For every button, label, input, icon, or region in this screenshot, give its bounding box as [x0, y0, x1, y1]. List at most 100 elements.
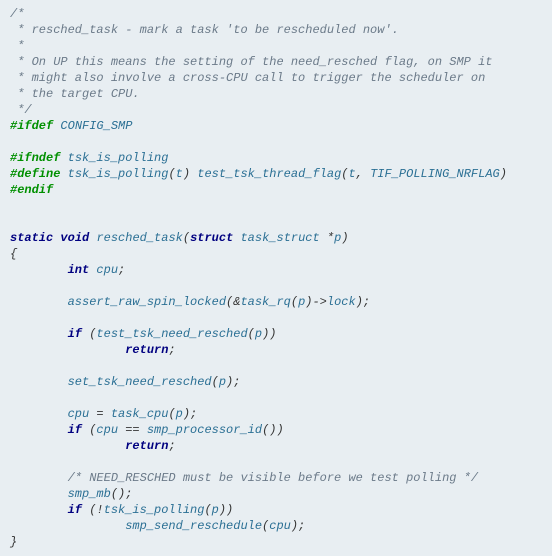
token-op [60, 167, 67, 181]
token-id: task_cpu [111, 407, 169, 421]
token-op: ); [356, 295, 370, 309]
token-op: ( [212, 375, 219, 389]
code-line: #ifdef CONFIG_SMP [10, 119, 132, 133]
token-op: ) [341, 231, 348, 245]
token-id: t [176, 167, 183, 181]
token-cmt: * resched_task - mark a task 'to be resc… [10, 23, 399, 37]
token-id: cpu [96, 423, 118, 437]
token-op: )-> [305, 295, 327, 309]
token-op: ); [291, 519, 305, 533]
token-op: ) [183, 167, 197, 181]
token-op: ; [168, 439, 175, 453]
token-id: assert_raw_spin_locked [68, 295, 226, 309]
token-op: ; [168, 343, 175, 357]
token-op [10, 407, 68, 421]
token-op: (); [111, 487, 133, 501]
token-op: == [118, 423, 147, 437]
token-op [10, 503, 68, 517]
code-line: #endif [10, 183, 53, 197]
token-id: test_tsk_need_resched [96, 327, 247, 341]
code-line: * On UP this means the setting of the ne… [10, 55, 492, 69]
token-op [10, 487, 68, 501]
code-line: cpu = task_cpu(p); [10, 407, 197, 421]
token-op: { [10, 247, 17, 261]
token-cmt: /* [10, 7, 24, 21]
token-id: task_struct [240, 231, 319, 245]
token-id: cpu [96, 263, 118, 277]
token-op: = [89, 407, 111, 421]
token-id: TIF_POLLING_NRFLAG [370, 167, 500, 181]
token-op: )) [219, 503, 233, 517]
code-line: int cpu; [10, 263, 125, 277]
code-line: * [10, 39, 24, 53]
token-id: p [255, 327, 262, 341]
token-kw: if [68, 423, 82, 437]
token-op: ( [291, 295, 298, 309]
token-kw: static [10, 231, 53, 245]
token-op: ( [168, 407, 175, 421]
code-line: if (!tsk_is_polling(p)) [10, 503, 233, 517]
token-op: ( [82, 423, 96, 437]
token-op: } [10, 535, 17, 549]
token-op [10, 263, 68, 277]
code-line: assert_raw_spin_locked(&task_rq(p)->lock… [10, 295, 370, 309]
token-cmt: */ [10, 103, 32, 117]
token-op [10, 471, 68, 485]
token-id: lock [327, 295, 356, 309]
code-line: set_tsk_need_resched(p); [10, 375, 240, 389]
token-op: ( [82, 327, 96, 341]
token-op [10, 519, 125, 533]
token-kw: return [125, 343, 168, 357]
token-op: ( [183, 231, 190, 245]
code-line: /* NEED_RESCHED must be visible before w… [10, 471, 478, 485]
token-id: set_tsk_need_resched [68, 375, 212, 389]
token-op [10, 423, 68, 437]
token-op: ( [204, 503, 211, 517]
code-line: #define tsk_is_polling(t) test_tsk_threa… [10, 167, 507, 181]
code-line: if (cpu == smp_processor_id()) [10, 423, 284, 437]
token-op: (& [226, 295, 240, 309]
token-op: ; [118, 263, 125, 277]
token-id: p [176, 407, 183, 421]
token-kw: struct [190, 231, 233, 245]
token-kw: return [125, 439, 168, 453]
token-id: smp_processor_id [147, 423, 262, 437]
token-cmt: * the target CPU. [10, 87, 140, 101]
token-id: p [212, 503, 219, 517]
code-line: * might also involve a cross-CPU call to… [10, 71, 485, 85]
token-id: tsk_is_polling [68, 151, 169, 165]
token-id: cpu [269, 519, 291, 533]
token-op [10, 439, 125, 453]
token-id: p [219, 375, 226, 389]
token-op: * [320, 231, 334, 245]
token-cmt: * On UP this means the setting of the ne… [10, 55, 492, 69]
token-id: CONFIG_SMP [60, 119, 132, 133]
token-kw: int [68, 263, 90, 277]
code-line: /* [10, 7, 24, 21]
token-op: ( [248, 327, 255, 341]
token-op [10, 295, 68, 309]
code-line: */ [10, 103, 32, 117]
token-id: tsk_is_polling [104, 503, 205, 517]
code-line: * resched_task - mark a task 'to be resc… [10, 23, 399, 37]
token-kw: if [68, 503, 82, 517]
token-id: smp_mb [68, 487, 111, 501]
code-line: if (test_tsk_need_resched(p)) [10, 327, 276, 341]
token-op [10, 343, 125, 357]
code-line: { [10, 247, 17, 261]
code-block: /* * resched_task - mark a task 'to be r… [10, 6, 542, 550]
token-id: smp_send_reschedule [125, 519, 262, 533]
token-cmt: /* NEED_RESCHED must be visible before w… [68, 471, 478, 485]
token-op: ) [500, 167, 507, 181]
token-op: ()) [262, 423, 284, 437]
token-kw: void [60, 231, 89, 245]
token-op [10, 375, 68, 389]
token-op: ( [168, 167, 175, 181]
code-line: * the target CPU. [10, 87, 140, 101]
token-kw: if [68, 327, 82, 341]
token-op: ( [262, 519, 269, 533]
token-pp: #endif [10, 183, 53, 197]
code-line: return; [10, 343, 176, 357]
code-line: smp_send_reschedule(cpu); [10, 519, 305, 533]
token-op: , [356, 167, 370, 181]
